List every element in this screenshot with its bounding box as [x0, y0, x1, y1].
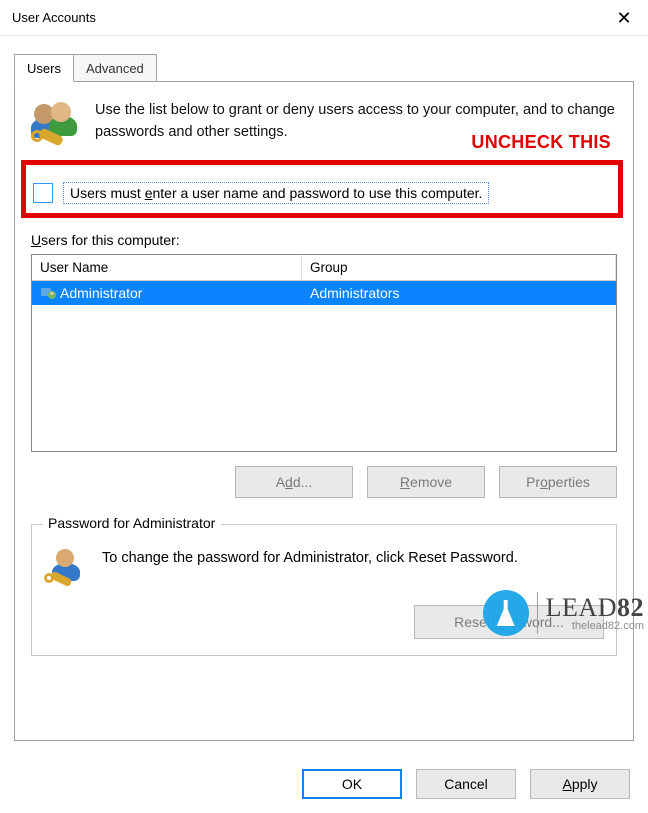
add-button[interactable]: Add... [235, 466, 353, 498]
column-header-group[interactable]: Group [302, 255, 616, 280]
users-key-icon [31, 100, 83, 148]
intro-text: Use the list below to grant or deny user… [95, 100, 617, 144]
window-title: User Accounts [12, 10, 96, 25]
user-row-icon [40, 285, 56, 301]
password-groupbox-legend: Password for Administrator [42, 515, 221, 531]
titlebar: User Accounts ✕ [0, 0, 648, 36]
remove-button[interactable]: Remove [367, 466, 485, 498]
must-login-checkbox-label: Users must enter a user name and passwor… [63, 182, 489, 204]
users-list-group: Administrators [302, 281, 616, 305]
password-groupbox: Password for Administrator To change the… [31, 524, 617, 656]
users-list-header[interactable]: User Name Group [32, 255, 616, 281]
user-buttons-row: Add... Remove Properties [31, 466, 617, 498]
intro-row: Use the list below to grant or deny user… [31, 100, 617, 148]
dialog-footer: OK Cancel Apply [302, 769, 630, 799]
users-list-username: Administrator [60, 285, 142, 301]
column-header-username[interactable]: User Name [32, 255, 302, 280]
properties-button[interactable]: Properties [499, 466, 617, 498]
tabstrip: Users Advanced [14, 54, 648, 82]
tab-panel-users: Use the list below to grant or deny user… [14, 81, 634, 741]
must-login-checkbox[interactable] [33, 183, 53, 203]
cancel-button[interactable]: Cancel [416, 769, 516, 799]
users-list-row[interactable]: Administrator Administrators [32, 281, 616, 305]
must-login-checkbox-row[interactable]: Users must enter a user name and passwor… [33, 182, 617, 204]
tab-users[interactable]: Users [14, 54, 74, 82]
apply-button[interactable]: Apply [530, 769, 630, 799]
users-listview[interactable]: User Name Group Administrator Administra… [31, 254, 617, 452]
close-icon[interactable]: ✕ [612, 9, 636, 27]
tab-advanced[interactable]: Advanced [73, 54, 157, 82]
ok-button[interactable]: OK [302, 769, 402, 799]
password-instruction-text: To change the password for Administrator… [102, 547, 604, 569]
reset-password-button[interactable]: Reset Password... [414, 605, 604, 639]
users-for-computer-label: Users for this computer: [31, 232, 617, 248]
user-key-icon [44, 547, 88, 589]
